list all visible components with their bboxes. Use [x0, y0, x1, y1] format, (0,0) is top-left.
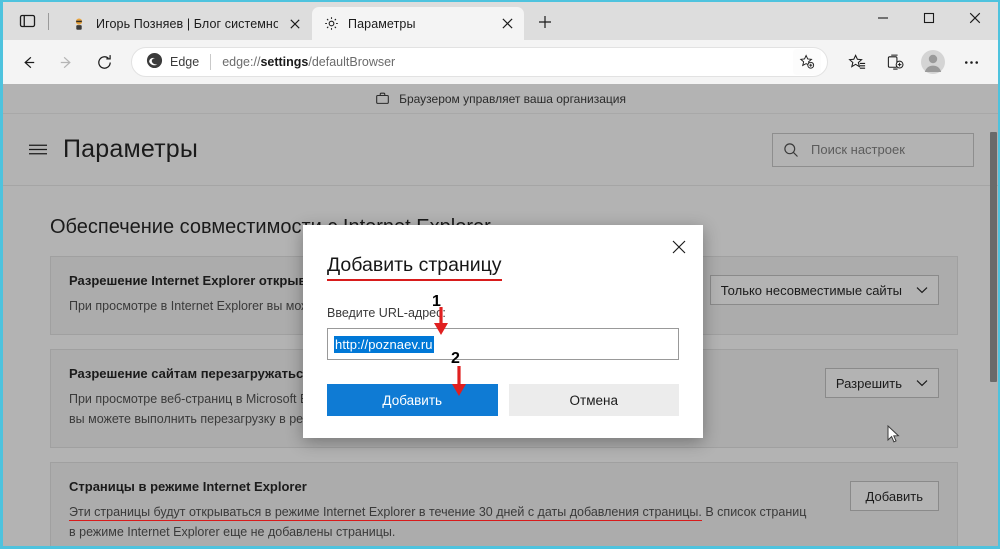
- new-tab-button[interactable]: [530, 7, 560, 37]
- edge-brand: Edge: [146, 52, 199, 72]
- url-suffix: /defaultBrowser: [308, 55, 396, 69]
- url-label: Введите URL-адрес:: [327, 306, 446, 320]
- tab-title: Параметры: [348, 16, 416, 31]
- chevron-down-icon: [916, 379, 928, 387]
- add-page-dialog: Добавить страницу Введите URL-адрес: htt…: [303, 225, 703, 438]
- titlebar-divider: [48, 12, 49, 30]
- browser-toolbar: Edge edge://settings/defaultBrowser: [3, 40, 998, 84]
- forward-arrow-icon: [49, 45, 83, 79]
- card-title: Страницы в режиме Internet Explorer: [69, 479, 307, 495]
- dropdown-label: Только несовместимые сайты: [720, 282, 902, 298]
- org-banner-text: Браузером управляет ваша организация: [399, 91, 626, 106]
- url-input[interactable]: http://poznaev.ru: [327, 328, 679, 360]
- url-text: edge://settings/defaultBrowser: [222, 55, 395, 69]
- dialog-add-button[interactable]: Добавить: [327, 384, 498, 416]
- close-icon[interactable]: [496, 13, 518, 35]
- add-favorite-star-icon[interactable]: [793, 49, 821, 75]
- tab-strip: Игорь Позняев | Блог системно Параметры: [60, 2, 560, 40]
- card-description-rest: В список страниц: [701, 505, 807, 520]
- site-favicon: [71, 16, 87, 32]
- dropdown-ie-reload[interactable]: Разрешить: [824, 368, 939, 399]
- page-title: Параметры: [63, 135, 199, 163]
- dialog-cancel-button[interactable]: Отмена: [508, 384, 679, 416]
- maximize-icon[interactable]: [906, 2, 952, 34]
- edge-brand-label: Edge: [170, 55, 200, 69]
- close-icon[interactable]: [952, 2, 998, 34]
- search-icon: [783, 142, 799, 158]
- profile-avatar-icon[interactable]: [916, 45, 950, 79]
- dropdown-label: Разрешить: [835, 375, 902, 391]
- search-placeholder: Поиск настроек: [811, 142, 905, 157]
- dialog-close-icon[interactable]: [664, 232, 694, 262]
- card-text: Страницы в режиме Internet Explorer Эти …: [69, 479, 850, 542]
- edge-browser-window: Игорь Позняев | Блог системно Параметры …: [0, 0, 1000, 549]
- add-page-button[interactable]: Добавить: [849, 481, 939, 512]
- tab-settings[interactable]: Параметры: [312, 7, 524, 40]
- card-description-line2: в режиме Internet Explorer еще не добавл…: [69, 524, 396, 539]
- tab-list-icon[interactable]: [13, 7, 41, 35]
- card-description: Эти страницы будут открываться в режиме …: [69, 503, 836, 542]
- mouse-pointer: [887, 424, 900, 449]
- page-scrollbar[interactable]: [987, 114, 998, 546]
- annotation-arrow-2: [450, 366, 468, 403]
- gear-icon: [323, 16, 339, 32]
- setting-card-ie-pages: Страницы в режиме Internet Explorer Эти …: [50, 462, 958, 546]
- search-input[interactable]: Поиск настроек: [772, 132, 974, 167]
- back-arrow-icon[interactable]: [11, 45, 45, 79]
- briefcase-icon: [375, 91, 390, 106]
- window-controls: [860, 2, 998, 34]
- highlighted-text: Эти страницы будут открываться в режиме …: [69, 505, 702, 522]
- url-prefix: edge://: [222, 55, 261, 69]
- title-bar: Игорь Позняев | Блог системно Параметры: [3, 2, 998, 40]
- dialog-actions: Добавить Отмена: [327, 384, 679, 416]
- hamburger-menu-icon[interactable]: [21, 133, 55, 167]
- minimize-icon[interactable]: [860, 2, 906, 34]
- more-options-icon[interactable]: [954, 45, 988, 79]
- annotation-arrow-1: [432, 307, 450, 342]
- managed-by-organization-banner: Браузером управляет ваша организация: [3, 84, 998, 114]
- favorites-list-icon[interactable]: [840, 45, 874, 79]
- edge-logo-icon: [146, 52, 163, 72]
- url-bold: settings: [260, 55, 309, 69]
- omnibox-divider: [210, 54, 212, 70]
- dropdown-ie-open-sites[interactable]: Только несовместимые сайты: [709, 275, 939, 305]
- scrollbar-thumb[interactable]: [990, 132, 997, 382]
- address-bar[interactable]: Edge edge://settings/defaultBrowser: [131, 47, 828, 77]
- refresh-icon[interactable]: [87, 45, 121, 79]
- close-icon[interactable]: [284, 13, 306, 35]
- tabstrip-left: [3, 2, 60, 40]
- dialog-title: Добавить страницу: [327, 254, 502, 281]
- collections-icon[interactable]: [878, 45, 912, 79]
- toolbar-actions: [838, 45, 990, 79]
- settings-header: Параметры Поиск настроек: [3, 114, 998, 186]
- tab-title: Игорь Позняев | Блог системно: [96, 16, 278, 31]
- url-input-value: http://poznaev.ru: [334, 335, 434, 353]
- chevron-down-icon: [916, 286, 928, 294]
- card-description-line1: Эти страницы будут открываться в режиме …: [69, 503, 836, 522]
- tab-blog[interactable]: Игорь Позняев | Блог системно: [60, 7, 312, 40]
